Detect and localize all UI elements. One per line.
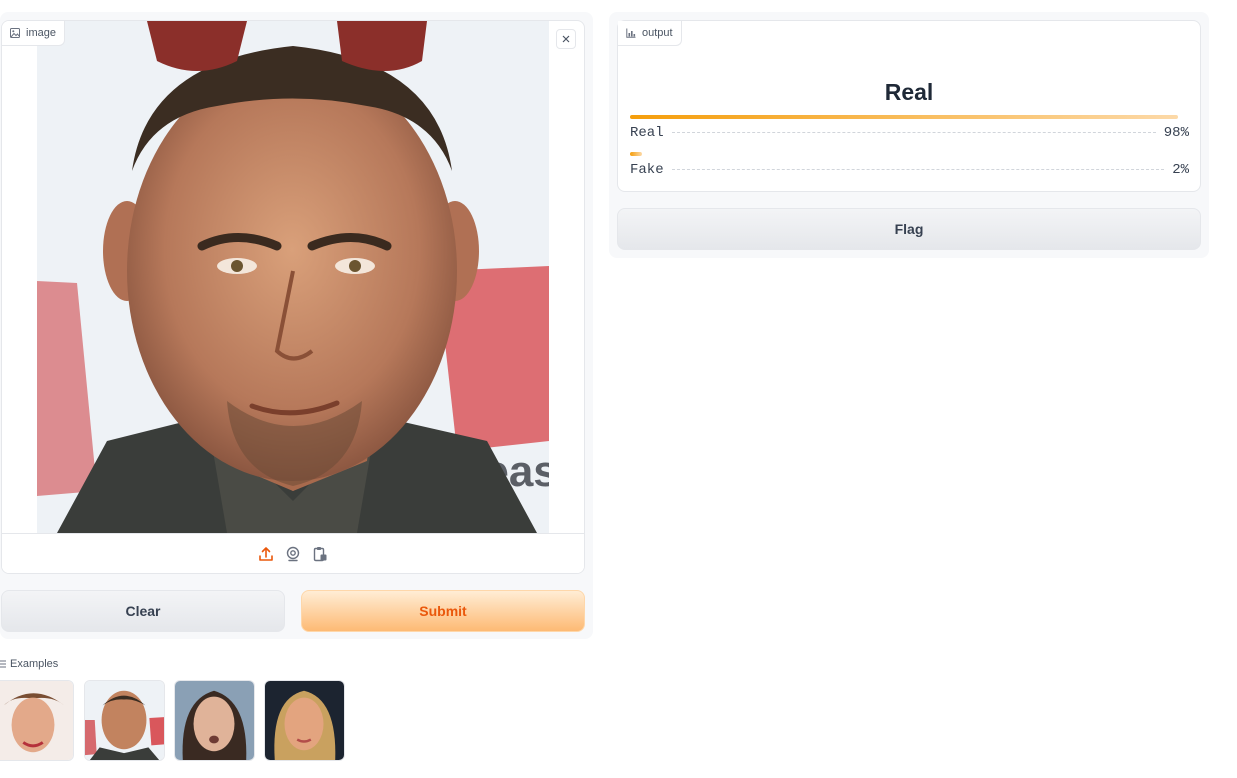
confidence-percent: 98% bbox=[1163, 125, 1189, 141]
submit-button[interactable]: Submit bbox=[301, 590, 585, 632]
chart-icon bbox=[626, 28, 636, 38]
confidence-row: Fake 2% bbox=[630, 152, 1189, 186]
image-panel-label: image bbox=[2, 21, 65, 46]
example-thumbnail[interactable] bbox=[174, 680, 255, 761]
confidence-leader-dots bbox=[671, 132, 1156, 133]
clipboard-icon[interactable] bbox=[312, 546, 328, 562]
flag-button[interactable]: Flag bbox=[617, 208, 1201, 250]
clear-image-button[interactable] bbox=[556, 29, 576, 49]
image-input-panel[interactable]: image Seas bbox=[1, 20, 585, 574]
confidence-percent: 2% bbox=[1172, 162, 1189, 178]
image-panel-label-text: image bbox=[26, 27, 56, 39]
list-icon bbox=[0, 660, 6, 668]
example-thumbnail[interactable] bbox=[0, 680, 74, 761]
confidence-bar bbox=[630, 152, 642, 156]
examples-header: Examples bbox=[0, 657, 58, 671]
upload-icon[interactable] bbox=[258, 546, 274, 562]
output-panel-label-text: output bbox=[642, 27, 673, 39]
confidence-label: Fake bbox=[630, 162, 664, 178]
output-panel-label: output bbox=[618, 21, 682, 46]
example-thumbnail[interactable] bbox=[264, 680, 345, 761]
clear-button[interactable]: Clear bbox=[1, 590, 285, 632]
confidence-leader-dots bbox=[671, 169, 1165, 170]
confidence-bar bbox=[630, 115, 1178, 119]
image-source-toolbar bbox=[2, 533, 584, 573]
output-panel: output Real Real 98% Fake 2% bbox=[617, 20, 1201, 192]
example-thumbnail[interactable] bbox=[84, 680, 165, 761]
close-icon bbox=[562, 35, 570, 43]
confidence-row: Real 98% bbox=[630, 115, 1189, 149]
predicted-label: Real bbox=[884, 79, 934, 105]
examples-label: Examples bbox=[10, 658, 59, 670]
webcam-icon[interactable] bbox=[285, 546, 301, 562]
confidence-label: Real bbox=[630, 125, 664, 141]
image-icon bbox=[10, 28, 20, 38]
uploaded-face-photo: Seas bbox=[37, 21, 549, 533]
